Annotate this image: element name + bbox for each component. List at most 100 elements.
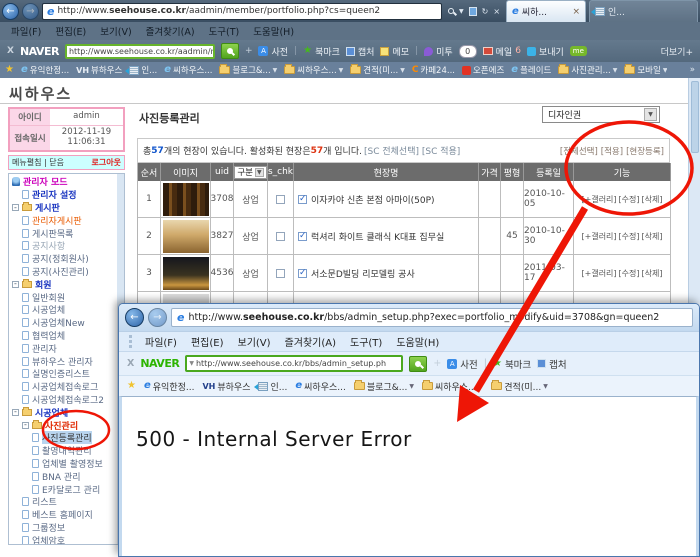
menu-fold-links[interactable]: 메뉴펼침 | 닫음 — [12, 157, 64, 168]
url-field[interactable]: e http://www.seehouse.co.kr/aadmin/membe… — [42, 3, 442, 20]
expand-icon[interactable]: - — [22, 422, 29, 429]
bookmark-item[interactable]: e씨하우스... — [164, 64, 212, 76]
bookmark-item[interactable]: e씨하우스... — [295, 380, 346, 393]
gallery-link[interactable]: [+갤러리] — [582, 268, 617, 279]
sidebar-item[interactable]: 업체별 촬영정보 — [9, 457, 116, 470]
bookmark-item[interactable]: 인... — [258, 380, 287, 393]
dictionary-button[interactable]: A사전 — [447, 357, 477, 371]
compatibility-icon[interactable] — [469, 7, 477, 16]
bookmark-item[interactable]: 인... — [129, 64, 157, 76]
menu-item[interactable]: 즐겨찾기(A) — [278, 334, 343, 349]
gallery-link[interactable]: [+갤러리] — [582, 194, 617, 205]
back-button[interactable]: ← — [125, 308, 144, 327]
forward-button[interactable]: → — [22, 3, 39, 20]
expand-icon[interactable]: - — [12, 204, 19, 211]
mail-button[interactable]: 메일6 — [483, 45, 521, 58]
bookmark-folder[interactable]: 견적(미...▼ — [491, 380, 548, 393]
menu-item[interactable]: 도움말(H) — [389, 334, 446, 349]
capture-button[interactable]: 캡처 — [537, 357, 566, 371]
sidebar-item[interactable]: 시공업체 — [9, 304, 116, 317]
tab-in[interactable]: 인... — [589, 0, 698, 22]
delete-link[interactable]: [삭제] — [642, 268, 663, 279]
active-checkbox[interactable] — [298, 195, 307, 204]
sidebar-item[interactable]: 실명인증리스트 — [9, 367, 116, 380]
bookmark-item[interactable]: C카페24... — [412, 64, 455, 76]
toolbar-close-button[interactable]: X — [7, 46, 14, 56]
bookmark-folder[interactable]: 사진관리...▼ — [558, 64, 617, 76]
sidebar-item[interactable]: -사진관리 — [9, 419, 116, 432]
logout-link[interactable]: 로그아웃 — [92, 157, 121, 168]
favorites-star-icon[interactable]: ★ — [5, 65, 14, 75]
bookmark-folder[interactable]: 견적(미...▼ — [350, 64, 405, 76]
toolbar-close-button[interactable]: X — [127, 358, 134, 369]
naver-search-field[interactable]: ▼ http://www.seehouse.co.kr/bbs/admin_se… — [185, 355, 403, 372]
send-button[interactable]: 보내기 — [527, 45, 564, 58]
bookmark-button[interactable]: ★북마크 — [303, 45, 340, 58]
site-name[interactable]: 이자카야 신촌 본점 아마이(50P) — [311, 193, 435, 206]
bookmark-item[interactable]: 오픈에즈 — [462, 64, 504, 76]
sidebar-item[interactable]: -게시판 — [9, 201, 116, 214]
bookmark-folder[interactable]: 씨하우스...▼ — [284, 64, 343, 76]
sidebar-item[interactable]: 공지(사진관리) — [9, 265, 116, 278]
menu-item[interactable]: 도구(T) — [343, 334, 389, 349]
active-checkbox[interactable] — [298, 269, 307, 278]
sidebar-item[interactable]: -회원 — [9, 278, 116, 291]
sidebar-item[interactable]: 시공업체접속로그 — [9, 380, 116, 393]
me2day-button[interactable]: 미투 — [424, 45, 453, 58]
sidebar-item[interactable]: 베스트 홈페이지 — [9, 508, 116, 521]
schk-checkbox[interactable] — [276, 195, 285, 204]
sidebar-item[interactable]: BNA 관리 — [9, 470, 116, 483]
site-name[interactable]: 서소문D빌딩 리모델링 공사 — [311, 267, 415, 280]
delete-link[interactable]: [삭제] — [642, 231, 663, 242]
naver-search-button[interactable] — [409, 356, 427, 372]
search-dropdown-icon[interactable]: ▼ — [459, 8, 464, 15]
sidebar-item[interactable]: 그룹정보 — [9, 521, 116, 534]
sidebar-item[interactable]: 관리자게시판 — [9, 214, 116, 227]
menu-item[interactable]: 파일(F) — [4, 24, 48, 38]
column-header-3[interactable]: 구분▼ — [234, 163, 268, 181]
sidebar-item[interactable]: 시공업체접속로그2 — [9, 393, 116, 406]
forward-button[interactable]: → — [148, 308, 167, 327]
bookmark-folder[interactable]: 모바일▼ — [624, 64, 667, 76]
schk-checkbox[interactable] — [276, 269, 285, 278]
list-action-link[interactable]: [현장등록] — [626, 145, 664, 157]
bookmark-folder[interactable]: 블로그&...▼ — [354, 380, 414, 393]
menu-item[interactable]: 편집(E) — [48, 24, 93, 38]
sidebar-item[interactable]: 게시판목록 — [9, 227, 116, 240]
me2day-count[interactable]: 0 — [459, 45, 477, 58]
list-action-link[interactable]: [전체선택] — [560, 145, 598, 157]
bookmark-folder[interactable]: 블로그&...▼ — [219, 64, 277, 76]
menu-item[interactable]: 편집(E) — [184, 334, 231, 349]
search-scope-caret-icon[interactable]: ▼ — [189, 360, 194, 367]
bookmark-item[interactable]: e유익한정... — [21, 64, 69, 76]
schk-checkbox[interactable] — [276, 232, 285, 241]
sidebar-item[interactable]: 뷰하우스 관리자 — [9, 355, 116, 368]
sidebar-item[interactable]: 사진등록관리 — [9, 431, 116, 444]
delete-link[interactable]: [삭제] — [642, 194, 663, 205]
active-checkbox[interactable] — [298, 232, 307, 241]
url-field[interactable]: e http://www.seehouse.co.kr/bbs/admin_se… — [171, 308, 693, 327]
me-badge[interactable]: me — [570, 46, 587, 56]
tab-close-icon[interactable]: × — [572, 7, 580, 17]
menu-item[interactable]: 도움말(H) — [246, 24, 301, 38]
sidebar-item[interactable]: 촬영내역관리 — [9, 444, 116, 457]
sidebar-item[interactable]: 업체암호 — [9, 534, 116, 545]
menu-item[interactable]: 도구(T) — [202, 24, 247, 38]
capture-button[interactable]: 캡처 — [346, 45, 375, 58]
stop-icon[interactable]: × — [493, 7, 500, 16]
more-button[interactable]: 더보기+ — [661, 45, 693, 58]
bookmark-folder[interactable]: 씨하우스...▼ — [422, 380, 483, 393]
memo-button[interactable]: 메모 — [380, 45, 409, 58]
sidebar-item[interactable]: 공지(정회원사) — [9, 252, 116, 265]
site-photo[interactable] — [163, 183, 209, 216]
sidebar-item[interactable]: 공지사항 — [9, 240, 116, 253]
site-photo[interactable] — [163, 257, 209, 290]
edit-link[interactable]: [수정] — [619, 268, 640, 279]
dictionary-button[interactable]: A사전 — [258, 45, 288, 58]
menu-item[interactable]: 파일(F) — [138, 334, 184, 349]
design-right-select[interactable]: 디자인권 ▼ — [542, 106, 660, 123]
sidebar-item[interactable]: 일반회원 — [9, 291, 116, 304]
sidebar-item[interactable]: 시공업체New — [9, 316, 116, 329]
bookmark-item[interactable]: e플레이드 — [511, 64, 551, 76]
naver-logo[interactable]: NAVER — [20, 45, 59, 58]
